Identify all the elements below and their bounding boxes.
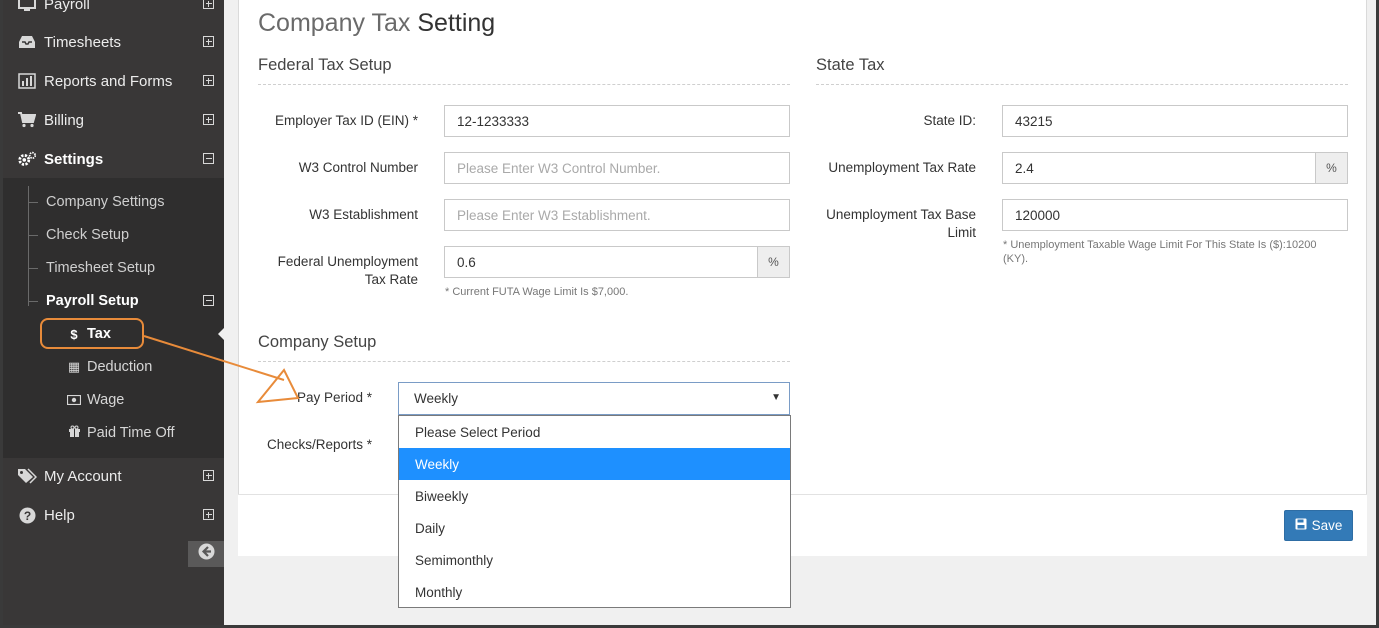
expand-icon[interactable] [203, 75, 215, 87]
floppy-disk-icon [1295, 518, 1307, 533]
sidebar-item-label: Billing [44, 111, 85, 129]
section-divider [258, 361, 790, 362]
cart-icon [17, 111, 37, 129]
sidebar-item-billing[interactable]: Billing [0, 102, 224, 138]
unemployment-base-input[interactable]: 120000 [1002, 199, 1348, 231]
checks-reports-label: Checks/Reports * [266, 437, 372, 452]
w3-establishment-input[interactable]: Please Enter W3 Establishment. [444, 199, 790, 231]
svg-text:?: ? [23, 509, 30, 523]
submenu-item-label: Payroll Setup [46, 293, 139, 309]
submenu-item-label: Timesheet Setup [46, 260, 156, 276]
unemployment-rate-input[interactable]: 2.4 [1002, 152, 1316, 184]
caret-down-icon: ▼ [771, 392, 781, 403]
w3-control-label: W3 Control Number [298, 160, 418, 175]
page-title-light: Company Tax [258, 9, 411, 37]
collapse-icon[interactable] [203, 153, 215, 165]
sidebar-item-label: Help [44, 506, 75, 524]
dropdown-option[interactable]: Please Select Period [399, 416, 790, 448]
page-title: Company Tax Setting [258, 9, 495, 38]
federal-section-title: Federal Tax Setup [258, 56, 392, 74]
sidebar-item-payroll[interactable]: Payroll [0, 0, 224, 22]
w3-control-input[interactable]: Please Enter W3 Control Number. [444, 152, 790, 184]
state-id-label: State ID: [923, 113, 976, 128]
monitor-icon [17, 0, 37, 13]
w3-establishment-label: W3 Establishment [309, 207, 418, 222]
unemployment-base-label-line2: Limit [947, 225, 976, 240]
pay-period-dropdown: Please Select Period Weekly Biweekly Dai… [398, 415, 791, 608]
gift-icon [66, 425, 82, 441]
percent-addon: % [757, 246, 790, 278]
question-circle-icon: ? [17, 506, 37, 524]
money-icon [66, 393, 82, 408]
ein-input[interactable]: 12-1233333 [444, 105, 790, 137]
unemployment-base-label-line1: Unemployment Tax Base [826, 207, 976, 222]
expand-icon[interactable] [203, 509, 215, 521]
save-button[interactable]: Save [1284, 510, 1353, 541]
dropdown-option[interactable]: Semimonthly [399, 544, 790, 576]
ein-label: Employer Tax ID (EIN) * [274, 113, 418, 128]
pay-period-label: Pay Period * [296, 390, 372, 405]
state-section-title: State Tax [816, 56, 885, 74]
submenu-item-label: Paid Time Off [87, 425, 175, 441]
expand-icon[interactable] [203, 36, 215, 48]
submenu-item-label: Wage [87, 392, 125, 408]
expand-icon[interactable] [203, 0, 215, 10]
pay-period-select[interactable]: Weekly ▼ [398, 382, 790, 415]
sidebar-item-label: Timesheets [44, 33, 121, 51]
calculator-icon: ▦ [67, 359, 81, 374]
gears-icon [17, 150, 37, 168]
sidebar-item-label: Payroll [44, 0, 90, 13]
collapse-icon[interactable] [203, 295, 214, 306]
section-divider [258, 84, 790, 85]
save-button-label: Save [1311, 518, 1343, 533]
submenu-item-deduction[interactable]: ▦ Deduction [66, 353, 152, 381]
dropdown-option[interactable]: Daily [399, 512, 790, 544]
unemployment-help-text: * Unemployment Taxable Wage Limit For Th… [1003, 238, 1348, 266]
submenu-item-timesheet-setup[interactable]: Timesheet Setup [28, 254, 155, 282]
tags-icon [17, 467, 37, 485]
state-id-input[interactable]: 43215 [1002, 105, 1348, 137]
expand-icon[interactable] [203, 114, 215, 126]
submenu-item-wage[interactable]: Wage [66, 386, 124, 414]
dropdown-option[interactable]: Biweekly [399, 480, 790, 512]
submenu-item-company-settings[interactable]: Company Settings [28, 188, 164, 216]
dropdown-option-selected[interactable]: Weekly [399, 448, 790, 480]
bar-chart-icon [17, 72, 37, 90]
sidebar-item-reports[interactable]: Reports and Forms [0, 63, 224, 99]
sidebar-item-label: Reports and Forms [44, 72, 173, 90]
expand-icon[interactable] [203, 470, 215, 482]
percent-addon: % [1315, 152, 1348, 184]
submenu-item-check-setup[interactable]: Check Setup [28, 221, 129, 249]
page-title-strong: Setting [417, 9, 496, 37]
tax-highlight-annotation [40, 318, 144, 349]
dropdown-option[interactable]: Monthly [399, 576, 790, 608]
inbox-icon [17, 33, 37, 51]
unemployment-base-label: Unemployment Tax Base Limit [816, 206, 976, 242]
submenu-item-label: Check Setup [46, 227, 130, 243]
sidebar-item-my-account[interactable]: My Account [0, 458, 224, 494]
company-section-title: Company Setup [258, 333, 377, 351]
arrow-left-circle-icon [198, 543, 215, 565]
futa-label-line1: Federal Unemployment [277, 254, 418, 269]
unemployment-help-line1: * Unemployment Taxable Wage Limit For Th… [1003, 239, 1317, 251]
sidebar-item-label: My Account [44, 467, 122, 485]
pay-period-value: Weekly [414, 391, 459, 406]
submenu-item-paid-time-off[interactable]: Paid Time Off [66, 419, 175, 447]
futa-help-text: * Current FUTA Wage Limit Is $7,000. [445, 286, 629, 298]
collapse-sidebar-button[interactable] [188, 541, 224, 567]
sidebar-item-label: Settings [44, 150, 104, 168]
unemployment-rate-label: Unemployment Tax Rate [828, 160, 976, 175]
unemployment-help-line2: (KY). [1003, 253, 1029, 265]
futa-label: Federal Unemployment Tax Rate [258, 253, 418, 289]
futa-label-line2: Tax Rate [364, 272, 418, 287]
sidebar-item-timesheets[interactable]: Timesheets [0, 24, 224, 60]
futa-rate-input[interactable]: 0.6 [444, 246, 758, 278]
submenu-item-label: Company Settings [46, 194, 165, 210]
sidebar: Payroll Timesheets Reports and Forms Bil… [0, 0, 225, 628]
submenu-item-label: Deduction [87, 359, 153, 375]
sidebar-item-settings[interactable]: Settings [0, 141, 224, 177]
section-divider [816, 84, 1348, 85]
submenu-item-payroll-setup[interactable]: Payroll Setup [28, 287, 139, 315]
sidebar-item-help[interactable]: ? Help [0, 497, 224, 533]
